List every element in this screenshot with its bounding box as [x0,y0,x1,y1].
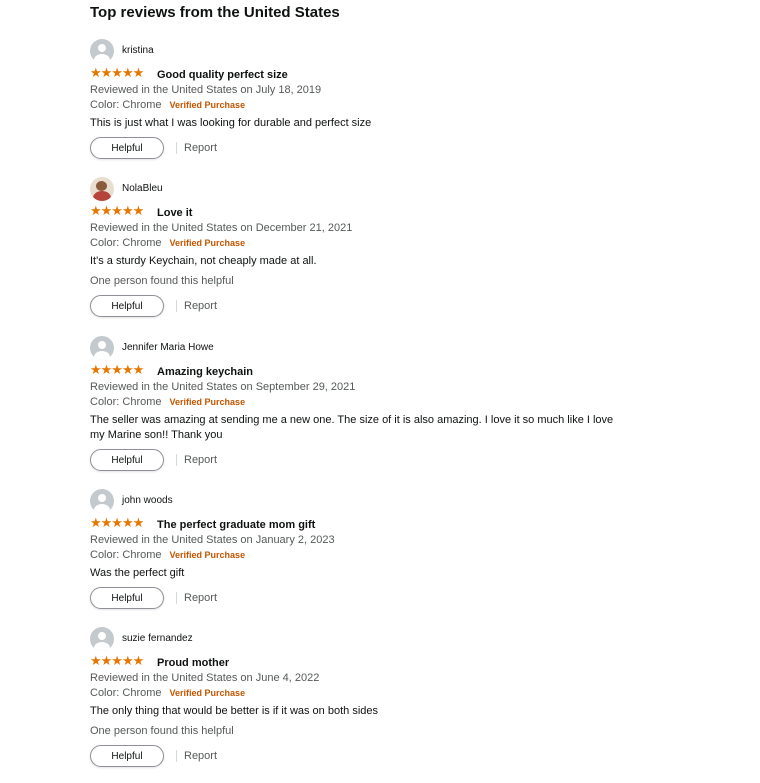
helpful-button[interactable]: Helpful [90,587,164,609]
default-avatar-icon [90,627,114,651]
helpful-count: One person found this helpful [90,275,234,287]
reviewer-name[interactable]: Jennifer Maria Howe [122,341,214,355]
reviewer-name[interactable]: kristina [122,44,154,58]
review-variant: Color: Chrome Verified Purchase [90,395,690,410]
star-rating-icon[interactable]: ★★★★★ [90,67,144,81]
variant-label[interactable]: Color: Chrome [90,237,162,249]
reviews-heading: Top reviews from the United States [90,4,340,21]
reviewer-profile[interactable]: john woods [90,489,690,513]
review-variant: Color: Chrome Verified Purchase [90,686,690,701]
divider [176,142,177,154]
review-variant: Color: Chrome Verified Purchase [90,236,690,251]
divider [176,750,177,762]
report-link[interactable]: Report [184,299,217,313]
divider [176,592,177,604]
verified-purchase-badge: Verified Purchase [169,397,246,407]
default-avatar-icon [90,39,114,63]
star-rating-icon[interactable]: ★★★★★ [90,205,144,219]
report-link[interactable]: Report [184,453,217,467]
review-date: Reviewed in the United States on Septemb… [90,381,356,393]
review-card: kristina ★★★★★ Good quality perfect size… [90,39,690,161]
review-body-line: The seller was amazing at sending me a n… [90,414,614,426]
report-link[interactable]: Report [184,591,217,605]
divider [176,300,177,312]
verified-purchase-badge: Verified Purchase [169,688,246,698]
helpful-button[interactable]: Helpful [90,745,164,767]
review-variant: Color: Chrome Verified Purchase [90,548,690,563]
review-date: Reviewed in the United States on July 18… [90,84,322,96]
review-body: The seller was amazing at sending me a n… [90,413,690,443]
verified-purchase-badge: Verified Purchase [169,238,246,248]
variant-label[interactable]: Color: Chrome [90,687,162,699]
helpful-button[interactable]: Helpful [90,449,164,471]
review-card: NolaBleu ★★★★★ Love it Reviewed in the U… [90,177,690,319]
helpful-button[interactable]: Helpful [90,137,164,159]
reviewer-name[interactable]: NolaBleu [122,182,163,196]
review-date: Reviewed in the United States on Decembe… [90,222,353,234]
review-title[interactable]: Amazing keychain [157,365,253,379]
reviewer-name[interactable]: suzie fernandez [122,632,193,646]
reviewer-name[interactable]: john woods [122,494,173,508]
review-title[interactable]: Love it [157,206,192,220]
review-date: Reviewed in the United States on June 4,… [90,672,320,684]
review-variant: Color: Chrome Verified Purchase [90,98,690,113]
variant-label[interactable]: Color: Chrome [90,99,162,111]
review-title[interactable]: Proud mother [157,656,229,670]
review-title[interactable]: The perfect graduate mom gift [157,518,315,532]
star-rating-icon[interactable]: ★★★★★ [90,655,144,669]
variant-label[interactable]: Color: Chrome [90,396,162,408]
helpful-count: One person found this helpful [90,725,234,737]
review-body: This is just what I was looking for dura… [90,117,372,129]
review-body: It's a sturdy Keychain, not cheaply made… [90,255,317,267]
reviewer-profile[interactable]: Jennifer Maria Howe [90,336,690,360]
default-avatar-icon [90,336,114,360]
review-card: suzie fernandez ★★★★★ Proud mother Revie… [90,627,690,769]
verified-purchase-badge: Verified Purchase [169,550,246,560]
reviewer-profile[interactable]: NolaBleu [90,177,690,201]
reviewer-profile[interactable]: kristina [90,39,690,63]
review-title[interactable]: Good quality perfect size [157,68,288,82]
divider [176,454,177,466]
review-body-line: my Marine son!! Thank you [90,429,223,441]
report-link[interactable]: Report [184,141,217,155]
report-link[interactable]: Report [184,749,217,763]
verified-purchase-badge: Verified Purchase [169,100,246,110]
review-body: The only thing that would be better is i… [90,705,378,717]
helpful-button[interactable]: Helpful [90,295,164,317]
review-card: john woods ★★★★★ The perfect graduate mo… [90,489,690,611]
review-date: Reviewed in the United States on January… [90,534,335,546]
review-body: Was the perfect gift [90,567,185,579]
default-avatar-icon [90,489,114,513]
variant-label[interactable]: Color: Chrome [90,549,162,561]
review-card: Jennifer Maria Howe ★★★★★ Amazing keycha… [90,336,690,473]
star-rating-icon[interactable]: ★★★★★ [90,517,144,531]
reviewer-profile[interactable]: suzie fernandez [90,627,690,651]
star-rating-icon[interactable]: ★★★★★ [90,364,144,378]
photo-avatar [90,177,114,201]
